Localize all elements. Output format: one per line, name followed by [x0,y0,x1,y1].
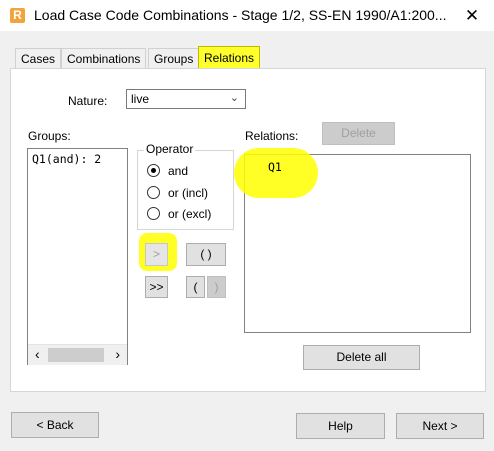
back-button[interactable]: < Back [11,412,99,438]
groups-horizontal-scrollbar[interactable]: ‹ › [28,344,127,365]
add-button[interactable]: > [145,243,168,266]
operator-or-incl-label[interactable]: or (incl) [168,186,208,200]
tab-cases[interactable]: Cases [15,48,62,69]
tab-groups[interactable]: Groups [148,48,200,69]
scroll-left-icon[interactable]: ‹ [35,346,40,362]
delete-all-button[interactable]: Delete all [303,345,420,370]
tab-combinations[interactable]: Combinations [61,48,147,69]
delete-button[interactable]: Delete [322,122,395,145]
operator-and-label[interactable]: and [168,164,188,178]
groups-label: Groups: [28,129,71,143]
groups-list[interactable]: Q1(and): 2 [27,148,128,365]
operator-or-excl-radio[interactable] [147,207,160,220]
chevron-down-icon: ⌄ [229,92,239,104]
add-all-button[interactable]: >> [145,276,168,298]
help-button[interactable]: Help [296,413,385,439]
list-item[interactable]: Q1(and): 2 [32,152,101,166]
title-bar: R Load Case Code Combinations - Stage 1/… [0,0,494,31]
nature-select[interactable]: live ⌄ [126,89,246,109]
nature-label: Nature: [68,94,108,108]
list-item[interactable]: Q1 [268,160,282,174]
close-icon[interactable]: ✕ [456,2,488,29]
next-button[interactable]: Next > [396,413,484,439]
operator-title: Operator [144,142,196,156]
scrollbar-thumb[interactable] [48,348,104,362]
close-paren-button[interactable]: ) [207,276,226,298]
operator-or-incl-radio[interactable] [147,186,160,199]
parens-button[interactable]: ( ) [186,243,226,266]
open-paren-button[interactable]: ( [186,276,205,298]
nature-value: live [131,92,150,106]
app-logo-icon: R [10,8,25,23]
operator-or-excl-label[interactable]: or (excl) [168,207,211,221]
tab-relations[interactable]: Relations [198,46,261,69]
scroll-right-icon[interactable]: › [115,346,120,362]
relations-label: Relations: [245,129,299,143]
operator-and-radio[interactable] [147,164,160,177]
window-title: Load Case Code Combinations - Stage 1/2,… [34,7,447,23]
